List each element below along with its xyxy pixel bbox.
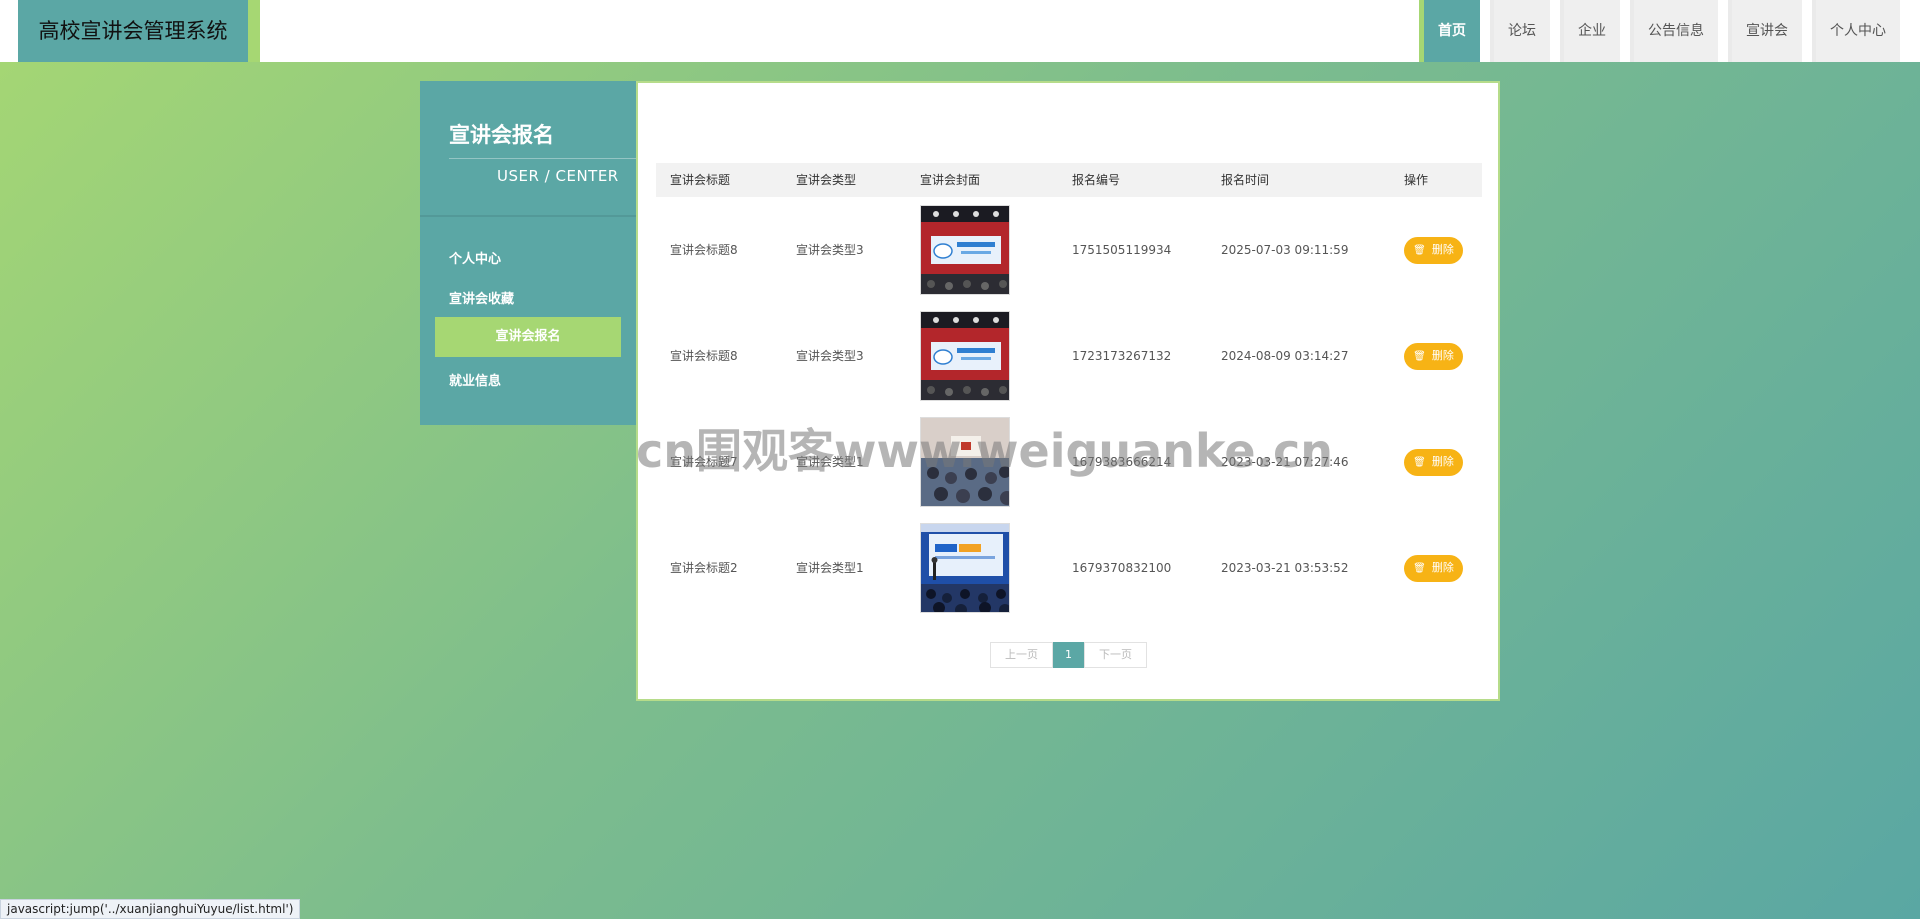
header-action: 操作 — [1404, 173, 1429, 187]
trash-icon: 🗑 — [1413, 351, 1426, 362]
row-title: 宣讲会标题8 — [670, 243, 738, 257]
header-cover: 宣讲会封面 — [920, 173, 981, 187]
status-bar-url: javascript:jump('../xuanjianghuiYuyue/li… — [0, 899, 301, 919]
delete-label: 删除 — [1431, 350, 1454, 362]
table-header: 宣讲会标题 宣讲会类型 宣讲会封面 报名编号 报名时间 操作 — [656, 163, 1482, 197]
row-title: 宣讲会标题2 — [670, 561, 738, 575]
row-title: 宣讲会标题8 — [670, 349, 738, 363]
header-title: 宣讲会标题 — [670, 173, 731, 187]
delete-button[interactable]: 🗑 删除 — [1404, 237, 1463, 264]
main-nav: 首页 论坛 企业 公告信息 宣讲会 个人中心 — [1409, 0, 1900, 62]
delete-button[interactable]: 🗑 删除 — [1404, 449, 1463, 476]
nav-notice[interactable]: 公告信息 — [1630, 0, 1718, 62]
row-type: 宣讲会类型1 — [796, 561, 864, 575]
header-time: 报名时间 — [1221, 173, 1270, 187]
table-row: 宣讲会标题8 宣讲会类型3 1751505119934 2025-07-03 0 — [656, 197, 1482, 303]
brand-accent-bar — [248, 0, 260, 62]
table-row: 宣讲会标题8 宣讲会类型3 1723173267132 2024-08-09 0 — [656, 303, 1482, 409]
delete-label: 删除 — [1431, 244, 1454, 256]
row-time: 2023-03-21 03:53:52 — [1221, 561, 1349, 575]
cover-image — [920, 523, 1010, 613]
site-title[interactable]: 高校宣讲会管理系统 — [18, 0, 248, 62]
sidebar-divider — [420, 215, 636, 217]
pagination: 上一页 1 下一页 — [990, 642, 1147, 668]
delete-label: 删除 — [1431, 456, 1454, 468]
watermark: cn围观客www.weiguanke.cn — [636, 424, 1334, 478]
trash-icon: 🗑 — [1413, 563, 1426, 574]
main-panel: 宣讲会标题 宣讲会类型 宣讲会封面 报名编号 报名时间 操作 宣讲会标题8 宣讲… — [636, 81, 1500, 701]
sidebar-item-registration[interactable]: 宣讲会报名 — [435, 317, 621, 357]
sidebar-item-user-center[interactable]: 个人中心 — [449, 248, 501, 267]
trash-icon: 🗑 — [1413, 457, 1426, 468]
row-time: 2024-08-09 03:14:27 — [1221, 349, 1349, 363]
registration-table: 宣讲会标题 宣讲会类型 宣讲会封面 报名编号 报名时间 操作 宣讲会标题8 宣讲… — [656, 163, 1482, 621]
row-type: 宣讲会类型3 — [796, 349, 864, 363]
top-navbar: 高校宣讲会管理系统 首页 论坛 企业 公告信息 宣讲会 个人中心 — [0, 0, 1920, 62]
sidebar-item-favorites[interactable]: 宣讲会收藏 — [449, 288, 514, 307]
header-number: 报名编号 — [1072, 173, 1121, 187]
delete-button[interactable]: 🗑 删除 — [1404, 343, 1463, 370]
row-number: 1751505119934 — [1072, 243, 1172, 257]
row-number: 1679370832100 — [1072, 561, 1172, 575]
nav-forum[interactable]: 论坛 — [1490, 0, 1550, 62]
prev-page-button[interactable]: 上一页 — [990, 642, 1053, 668]
sidebar-item-jobs[interactable]: 就业信息 — [449, 370, 501, 389]
delete-button[interactable]: 🗑 删除 — [1404, 555, 1463, 582]
sidebar-title: 宣讲会报名 — [449, 123, 554, 147]
page-1-button[interactable]: 1 — [1053, 642, 1084, 668]
delete-label: 删除 — [1431, 562, 1454, 574]
row-time: 2025-07-03 09:11:59 — [1221, 243, 1349, 257]
sidebar-subtitle: USER / CENTER — [497, 167, 619, 185]
cover-image — [920, 205, 1010, 295]
row-number: 1723173267132 — [1072, 349, 1172, 363]
next-page-button[interactable]: 下一页 — [1084, 642, 1147, 668]
sidebar-title-divider — [449, 158, 636, 159]
cover-image — [920, 311, 1010, 401]
table-row: 宣讲会标题2 宣讲会类型1 1679370832100 2023-03-21 0… — [656, 515, 1482, 621]
nav-seminar[interactable]: 宣讲会 — [1728, 0, 1802, 62]
sidebar: 宣讲会报名 USER / CENTER 个人中心 宣讲会收藏 宣讲会报名 就业信… — [420, 81, 636, 425]
nav-user-center[interactable]: 个人中心 — [1812, 0, 1900, 62]
row-type: 宣讲会类型3 — [796, 243, 864, 257]
header-type: 宣讲会类型 — [796, 173, 857, 187]
trash-icon: 🗑 — [1413, 245, 1426, 256]
nav-company[interactable]: 企业 — [1560, 0, 1620, 62]
nav-home[interactable]: 首页 — [1419, 0, 1480, 62]
